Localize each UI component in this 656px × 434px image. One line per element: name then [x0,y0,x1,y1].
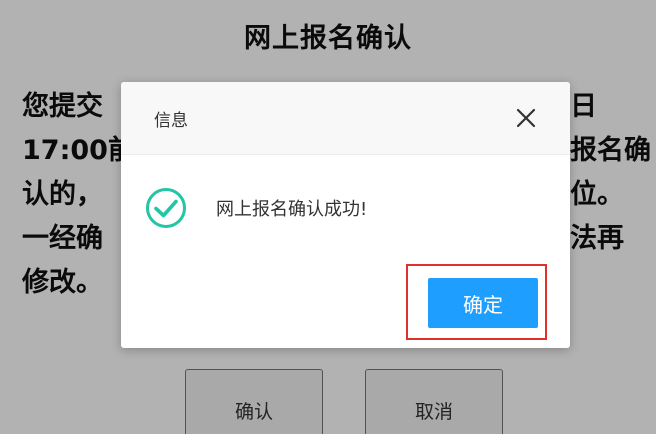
dialog-header: 信息 [121,82,570,155]
ok-button[interactable]: 确定 [428,278,538,328]
dialog-message: 网上报名确认成功! [216,199,368,220]
check-circle-icon [145,187,187,229]
dialog-title: 信息 [154,111,188,131]
screen: 网上报名确认 您提交 17:00前 认的， 一经确 修改。 日 报名确 位。 法… [0,0,656,434]
dialog-body: 网上报名确认成功! 确定 [121,155,570,348]
close-icon[interactable] [512,104,540,132]
info-dialog: 信息 网上报名确认成功! 确定 [121,82,570,348]
